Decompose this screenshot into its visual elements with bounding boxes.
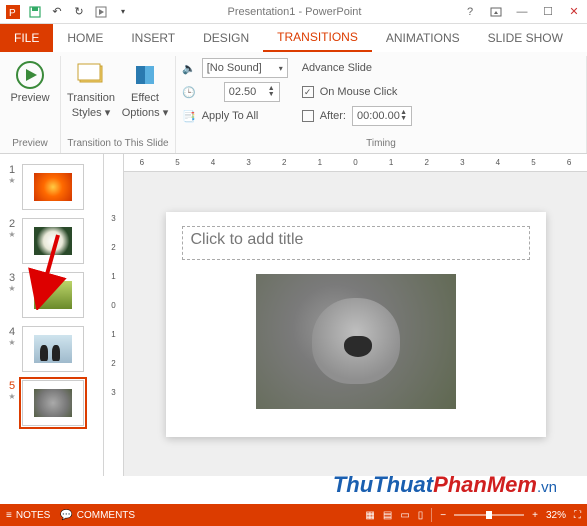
thumb-image bbox=[34, 173, 72, 201]
after-checkbox[interactable] bbox=[302, 110, 314, 122]
fit-window-icon[interactable]: ⛶ bbox=[574, 510, 581, 521]
tab-insert[interactable]: INSERT bbox=[117, 24, 189, 52]
quick-access-toolbar: P ↶ ↻ ▾ bbox=[0, 3, 132, 21]
sound-value: [No Sound] bbox=[207, 62, 262, 74]
zoom-in-button[interactable]: + bbox=[532, 510, 538, 521]
slideshow-view-icon[interactable]: ▯ bbox=[418, 510, 424, 521]
group-timing: 🔈 [No Sound]▾ 🕒 02.50 ▲▼ 📑 Apply To All bbox=[176, 56, 587, 153]
minimize-icon[interactable]: — bbox=[509, 0, 535, 24]
transition-indicator-icon: ★ bbox=[8, 230, 15, 239]
vertical-ruler: 3210123 bbox=[104, 154, 124, 476]
group-transition: Transition Styles ▾ Effect Options ▾ Tra… bbox=[61, 56, 176, 153]
window-title: Presentation1 - PowerPoint bbox=[132, 6, 457, 18]
close-icon[interactable]: ✕ bbox=[561, 0, 587, 24]
effect-options-button[interactable]: Effect Options ▾ bbox=[121, 56, 169, 119]
spinner-icon[interactable]: ▲▼ bbox=[268, 86, 275, 98]
thumb-image bbox=[34, 281, 72, 309]
slide-thumb-4[interactable]: 4★ bbox=[0, 322, 103, 376]
tab-slideshow[interactable]: SLIDE SHOW bbox=[474, 24, 577, 52]
slide-canvas[interactable]: Click to add title bbox=[166, 212, 546, 437]
effect-options-icon bbox=[130, 60, 160, 90]
notes-button[interactable]: ≡NOTES bbox=[6, 510, 50, 521]
slide-content-image[interactable] bbox=[256, 274, 456, 409]
transition-indicator-icon: ★ bbox=[8, 176, 15, 185]
after-value: 00:00.00 bbox=[357, 110, 400, 122]
tab-transitions[interactable]: TRANSITIONS bbox=[263, 24, 372, 52]
sound-icon: 🔈 bbox=[182, 62, 196, 75]
preview-button[interactable]: Preview bbox=[6, 56, 54, 104]
preview-play-icon bbox=[15, 60, 45, 90]
group-timing-label: Timing bbox=[182, 136, 580, 153]
transition-indicator-icon: ★ bbox=[8, 338, 15, 347]
horizontal-ruler: 6543210123456 bbox=[124, 154, 587, 172]
sorter-view-icon[interactable]: ▤ bbox=[383, 510, 392, 521]
on-mouse-label: On Mouse Click bbox=[320, 86, 398, 98]
notes-icon: ≡ bbox=[6, 510, 12, 521]
title-bar: P ↶ ↻ ▾ Presentation1 - PowerPoint ? — ☐… bbox=[0, 0, 587, 24]
duration-input[interactable]: 02.50 ▲▼ bbox=[224, 82, 280, 102]
comments-icon: 💬 bbox=[60, 510, 72, 521]
svg-text:P: P bbox=[9, 8, 16, 19]
title-placeholder[interactable]: Click to add title bbox=[182, 226, 530, 260]
zoom-slider[interactable] bbox=[454, 514, 524, 516]
group-preview-label: Preview bbox=[6, 136, 54, 153]
after-label: After: bbox=[320, 110, 346, 122]
redo-icon[interactable]: ↻ bbox=[70, 3, 88, 21]
window-controls: ? — ☐ ✕ bbox=[457, 0, 587, 24]
slide-thumb-5[interactable]: 5★ bbox=[0, 376, 103, 430]
group-preview: Preview Preview bbox=[0, 56, 61, 153]
maximize-icon[interactable]: ☐ bbox=[535, 0, 561, 24]
thumb-image bbox=[34, 389, 72, 417]
qat-customize-icon[interactable]: ▾ bbox=[114, 3, 132, 21]
start-from-beginning-icon[interactable] bbox=[92, 3, 110, 21]
slide-thumb-1[interactable]: 1★ bbox=[0, 160, 103, 214]
tab-animations[interactable]: ANIMATIONS bbox=[372, 24, 474, 52]
zoom-value: 32% bbox=[546, 510, 566, 521]
spinner-icon[interactable]: ▲▼ bbox=[400, 110, 407, 122]
transition-indicator-icon: ★ bbox=[8, 392, 15, 401]
save-icon[interactable] bbox=[26, 3, 44, 21]
after-input[interactable]: 00:00.00 ▲▼ bbox=[352, 106, 412, 126]
ribbon-options-icon[interactable] bbox=[483, 0, 509, 24]
duration-icon: 🕒 bbox=[182, 86, 196, 99]
preview-label: Preview bbox=[10, 92, 49, 104]
advance-slide-label: Advance Slide bbox=[302, 58, 412, 78]
transition-styles-icon bbox=[76, 60, 106, 90]
status-bar: ≡NOTES 💬COMMENTS ▦ ▤ ▭ ▯ − + 32% ⛶ bbox=[0, 504, 587, 526]
slide-thumbnail-panel[interactable]: 1★ 2★ 3★ 4★ 5★ bbox=[0, 154, 104, 476]
transition-styles-button[interactable]: Transition Styles ▾ bbox=[67, 56, 115, 119]
tab-design[interactable]: DESIGN bbox=[189, 24, 263, 52]
slide-thumb-3[interactable]: 3★ bbox=[0, 268, 103, 322]
on-mouse-checkbox[interactable]: ✓ bbox=[302, 86, 314, 98]
help-icon[interactable]: ? bbox=[457, 0, 483, 24]
slide-editor: 6543210123456 3210123 Click to add title bbox=[104, 154, 587, 476]
tab-file[interactable]: FILE bbox=[0, 24, 53, 52]
ribbon: Preview Preview Transition Styles ▾ Effe… bbox=[0, 52, 587, 154]
powerpoint-icon: P bbox=[4, 3, 22, 21]
ribbon-tabs: FILE HOME INSERT DESIGN TRANSITIONS ANIM… bbox=[0, 24, 587, 52]
normal-view-icon[interactable]: ▦ bbox=[365, 510, 374, 521]
workspace: 1★ 2★ 3★ 4★ 5★ 6543210123456 3210123 bbox=[0, 154, 587, 476]
sound-combo[interactable]: [No Sound]▾ bbox=[202, 58, 288, 78]
group-transition-label: Transition to This Slide bbox=[67, 136, 169, 153]
duration-value: 02.50 bbox=[229, 86, 257, 98]
thumb-image bbox=[34, 227, 72, 255]
apply-all-icon: 📑 bbox=[182, 110, 196, 123]
watermark: ThuThuatPhanMem.vn bbox=[333, 472, 557, 498]
undo-icon[interactable]: ↶ bbox=[48, 3, 66, 21]
transition-indicator-icon: ★ bbox=[8, 284, 15, 293]
comments-button[interactable]: 💬COMMENTS bbox=[60, 510, 135, 521]
thumb-image bbox=[34, 335, 72, 363]
apply-all-label: Apply To All bbox=[202, 110, 259, 122]
tab-home[interactable]: HOME bbox=[53, 24, 117, 52]
apply-to-all-button[interactable]: 📑 Apply To All bbox=[182, 106, 288, 126]
zoom-out-button[interactable]: − bbox=[440, 510, 446, 521]
slide-thumb-2[interactable]: 2★ bbox=[0, 214, 103, 268]
reading-view-icon[interactable]: ▭ bbox=[400, 510, 409, 521]
